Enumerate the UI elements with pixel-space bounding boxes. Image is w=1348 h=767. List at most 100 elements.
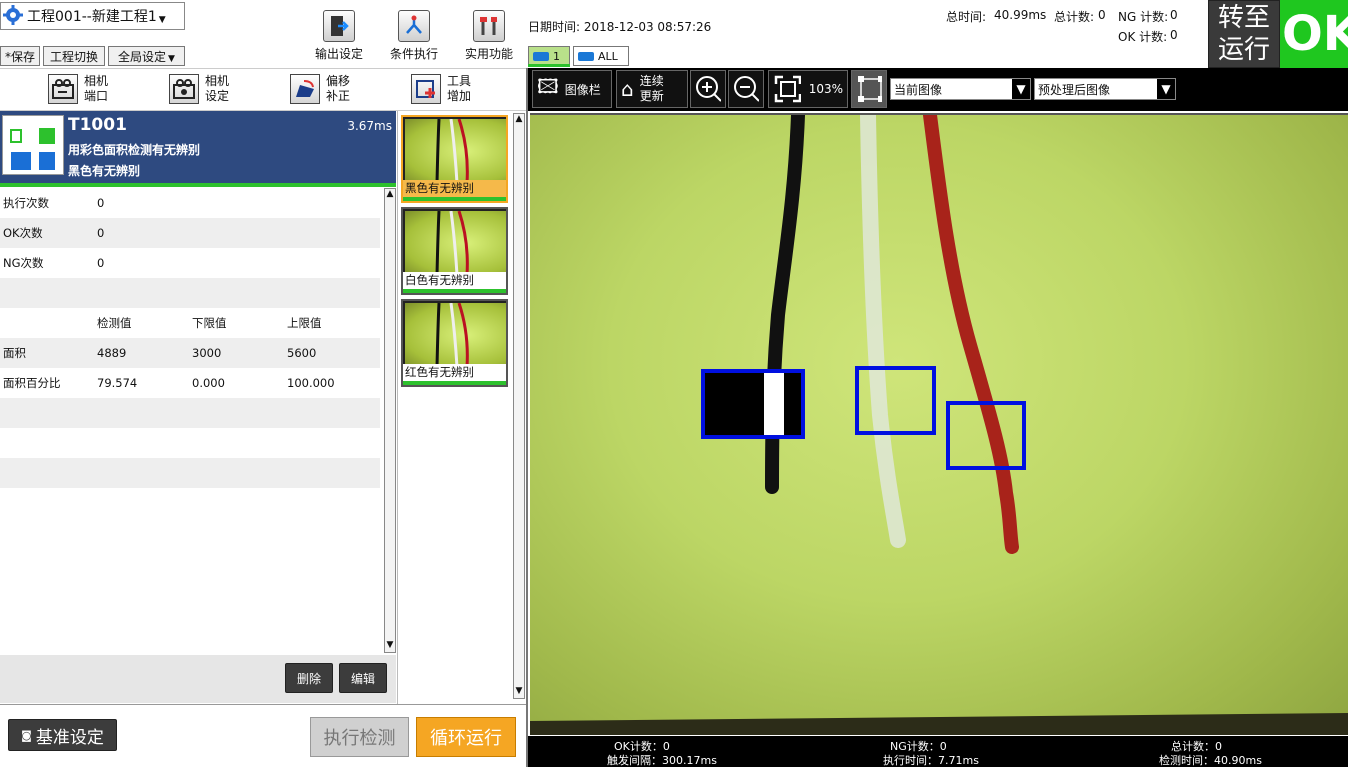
status-bar: OK计数：0 触发间隔：300.17ms NG计数：0 执行时间：7.71ms …: [528, 736, 1348, 767]
output-settings-button[interactable]: 输出设定: [304, 10, 374, 62]
ok-count-value: 0: [1170, 28, 1178, 42]
baseline-settings-button[interactable]: ◙ 基准设定: [8, 719, 117, 751]
image-gallery-button[interactable]: 🖾 图像栏: [532, 70, 612, 108]
table-row: [0, 428, 380, 458]
tools-icon: [473, 10, 505, 42]
table-row: [0, 458, 380, 488]
tool-list: 黑色有无辨别 白色有无辨别 红色有无辨别: [397, 111, 511, 704]
camera-settings-label-1: 相机: [205, 74, 230, 88]
table-cell: 0: [97, 256, 105, 270]
dropdown-arrow-icon: ▼: [1157, 79, 1175, 99]
offset-icon: [290, 74, 320, 104]
delete-button[interactable]: 删除: [285, 663, 333, 693]
table-cell: 0: [97, 226, 105, 240]
viewer-toolbar: 🖾 图像栏 ⌂ 连续 更新 103% 当前图像 ▼ 预处理后图像 ▼: [528, 68, 1348, 111]
gear-icon: [3, 4, 23, 28]
table-cell: 0: [97, 196, 105, 210]
camera-icon: [169, 74, 199, 104]
continuous-label-1: 连续: [639, 74, 664, 88]
table-cell: 检测值: [97, 316, 132, 330]
table-cell: OK次数: [3, 226, 43, 240]
add-tool-icon: [411, 74, 441, 104]
tool-thumb-red[interactable]: 红色有无辨别: [401, 299, 508, 387]
camera-port-button[interactable]: 相机 端口: [48, 72, 108, 106]
current-image-value: 当前图像: [894, 82, 943, 97]
zoom-in-icon: [696, 76, 721, 102]
total-count-value: 0: [1098, 8, 1106, 22]
roi-select-button[interactable]: [851, 70, 887, 108]
loop-run-button[interactable]: 循环运行: [416, 717, 516, 757]
status-exec-time: 执行时间：7.71ms: [883, 754, 979, 767]
scroll-up-icon[interactable]: ▲: [514, 114, 524, 124]
preprocessed-image-select[interactable]: 预处理后图像 ▼: [1034, 78, 1176, 100]
table-cell: NG次数: [3, 256, 44, 270]
save-button[interactable]: *保存: [0, 46, 40, 66]
table-row: 面积百分比 79.574 0.000 100.000: [0, 368, 380, 398]
camera-tab-1[interactable]: 1: [528, 46, 570, 66]
fit-view-button[interactable]: 103%: [768, 70, 848, 108]
tool-list-scrollbar[interactable]: ▲ ▼: [513, 113, 525, 699]
zoom-in-button[interactable]: [690, 70, 726, 108]
project-selector[interactable]: 工程001--新建工程1 ▼: [0, 2, 185, 30]
utility-button[interactable]: 实用功能: [454, 10, 524, 62]
scroll-down-icon[interactable]: ▼: [385, 640, 395, 650]
roi-black-area[interactable]: [701, 369, 805, 439]
camera-small-icon: ◙: [21, 728, 32, 742]
table-cell: 100.000: [287, 376, 335, 390]
status-detect-time: 检测时间：40.90ms: [1159, 754, 1262, 767]
table-row: 面积 4889 3000 5600: [0, 338, 380, 368]
camera-tab-1-label: 1: [553, 49, 560, 63]
table-row: NG次数 0: [0, 248, 380, 278]
add-tool-label-2: 增加: [447, 89, 472, 103]
tool-thumb-white[interactable]: 白色有无辨别: [401, 207, 508, 295]
image-stack-icon: 🖾: [537, 74, 559, 98]
edit-button[interactable]: 编辑: [339, 663, 387, 693]
camera-image-view[interactable]: [530, 113, 1348, 735]
table-scrollbar[interactable]: ▲ ▼: [384, 188, 396, 653]
roi-white-area[interactable]: [855, 366, 936, 435]
thumb-image: [405, 118, 506, 184]
thumb-label: 红色有无辨别: [403, 364, 506, 381]
add-tool-label-1: 工具: [447, 74, 472, 88]
image-bottom-edge: [530, 713, 1348, 735]
zoom-out-button[interactable]: [728, 70, 764, 108]
table-cell: 上限值: [287, 316, 322, 330]
status-trigger-interval: 触发间隔：300.17ms: [607, 754, 717, 767]
project-switch-button[interactable]: 工程切换: [43, 46, 105, 66]
baseline-settings-label: 基准设定: [35, 727, 104, 748]
camera-tab-underline: [528, 64, 570, 67]
output-settings-label: 输出设定: [314, 47, 363, 61]
scroll-up-icon[interactable]: ▲: [385, 189, 395, 199]
dropdown-arrow-icon: ▼: [1012, 79, 1030, 99]
fit-screen-icon: [774, 75, 801, 103]
continuous-update-button[interactable]: ⌂ 连续 更新: [616, 70, 688, 108]
camera-tab-all[interactable]: ALL: [573, 46, 629, 66]
global-settings-label: 全局设定: [118, 49, 167, 64]
ng-count-value: 0: [1170, 8, 1178, 22]
image-gallery-label: 图像栏: [564, 82, 601, 97]
thumb-image: [405, 210, 506, 276]
tool-thumb-black[interactable]: 黑色有无辨别: [401, 115, 508, 203]
switch-to-run-button[interactable]: 转至 运行: [1208, 0, 1280, 68]
table-cell: 下限值: [192, 316, 227, 330]
utility-label: 实用功能: [464, 47, 513, 61]
camera-settings-label-2: 设定: [205, 89, 230, 103]
zoom-out-icon: [734, 76, 759, 102]
add-tool-button[interactable]: 工具 增加: [411, 72, 471, 106]
execute-detection-button[interactable]: 执行检测: [310, 717, 409, 757]
task-status-bar: [0, 183, 396, 187]
current-image-select[interactable]: 当前图像 ▼: [890, 78, 1031, 100]
datetime-display: 日期时间: 2018-12-03 08:57:26: [528, 20, 712, 34]
task-header[interactable]: T1001 3.67ms 用彩色面积检测有无辨别 黑色有无辨别: [0, 111, 396, 184]
panel-divider: [526, 68, 528, 767]
white-cable: [860, 115, 906, 548]
camera-settings-button[interactable]: 相机 设定: [169, 72, 229, 106]
condition-exec-label: 条件执行: [389, 47, 438, 61]
run-line1: 转至: [1217, 3, 1270, 33]
total-time-value: 40.99ms: [994, 8, 1047, 22]
offset-correction-button[interactable]: 偏移 补正: [290, 72, 350, 106]
global-settings-button[interactable]: 全局设定 ▼: [108, 46, 185, 66]
scroll-down-icon[interactable]: ▼: [514, 686, 524, 696]
table-row: [0, 398, 380, 428]
condition-exec-button[interactable]: 条件执行: [379, 10, 449, 62]
